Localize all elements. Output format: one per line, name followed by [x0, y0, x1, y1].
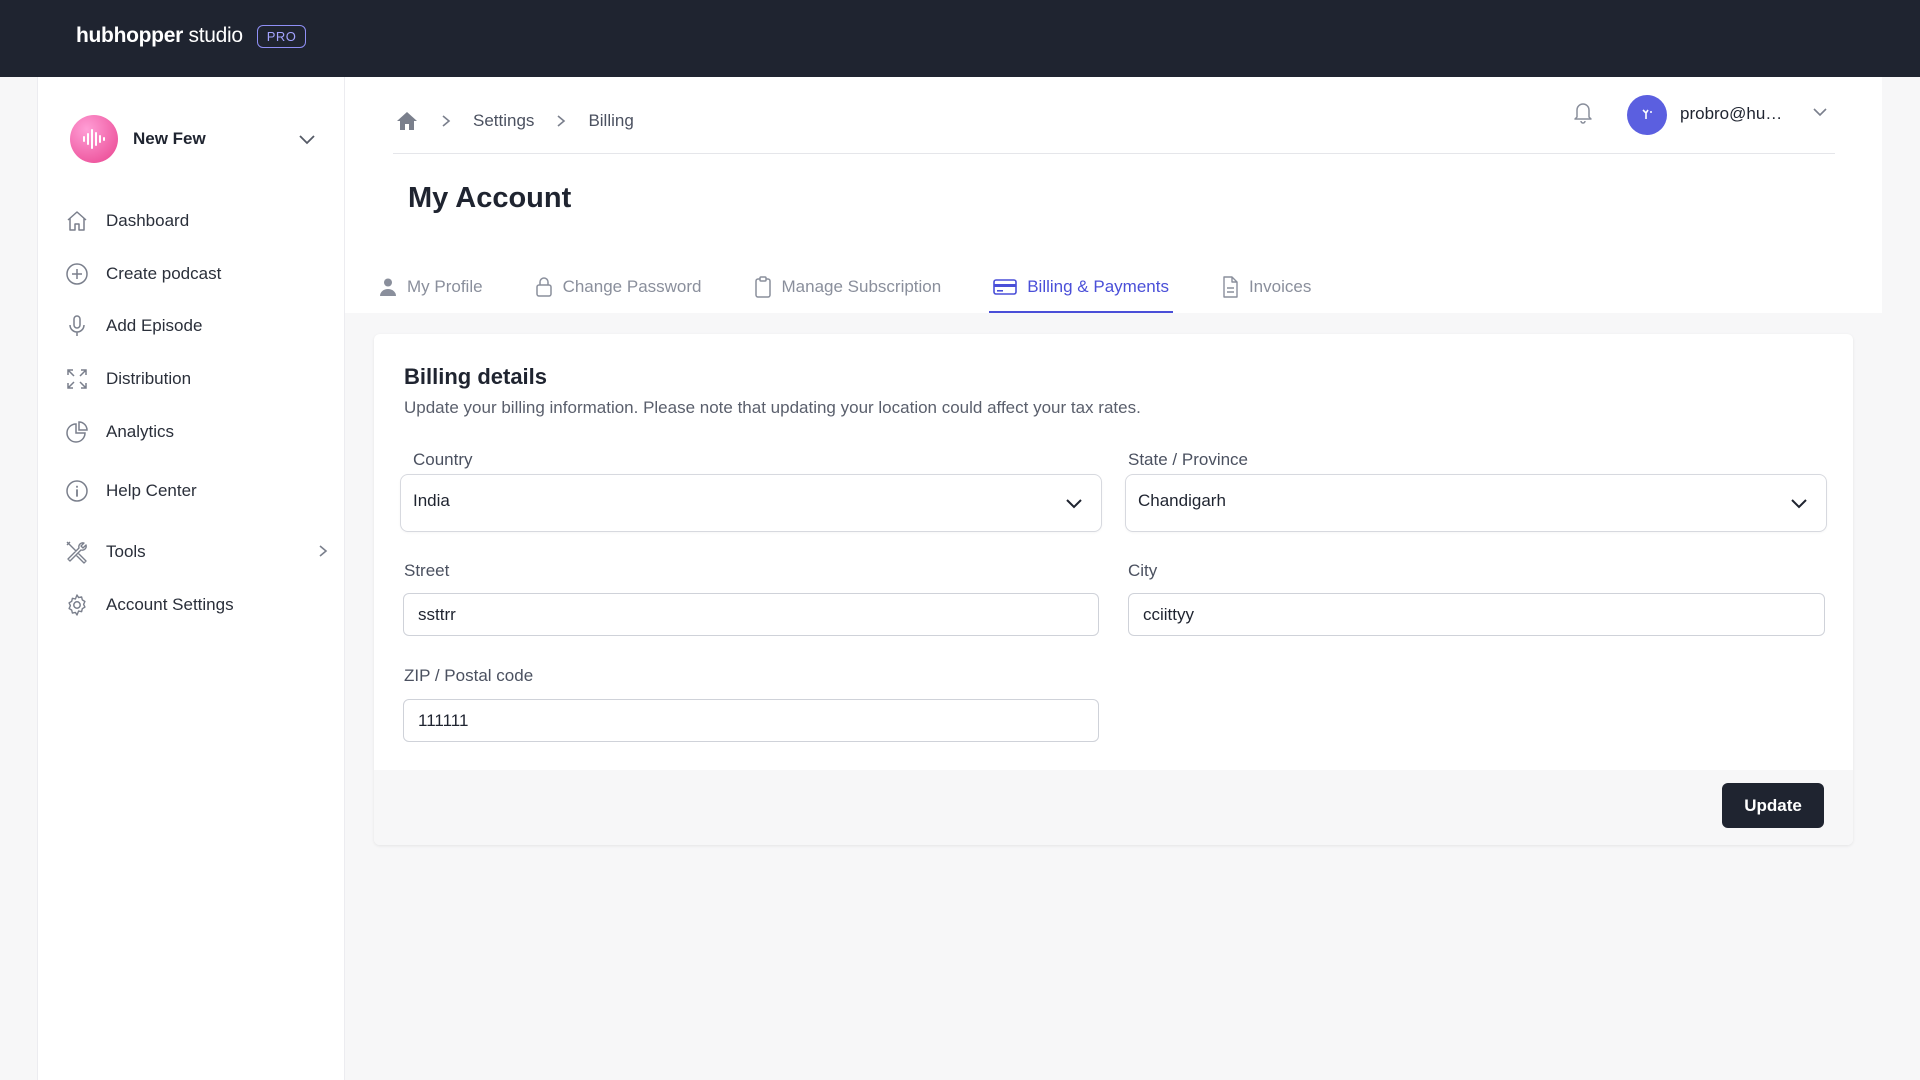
city-input[interactable]	[1128, 593, 1825, 636]
tab-change-password[interactable]: Change Password	[531, 260, 706, 313]
podcast-selector[interactable]: New Few	[70, 111, 316, 167]
sidebar-item-distribution[interactable]: Distribution	[64, 359, 334, 399]
expand-arrows-icon	[64, 366, 90, 392]
zip-input[interactable]	[403, 699, 1099, 742]
city-label: City	[1128, 561, 1158, 580]
user-icon	[379, 277, 397, 297]
home-icon[interactable]	[395, 110, 419, 132]
sidebar-item-tools[interactable]: Tools	[64, 532, 334, 572]
header-divider	[393, 153, 1835, 154]
card-subtitle: Update your billing information. Please …	[404, 398, 1141, 417]
state-label: State / Province	[1128, 450, 1249, 469]
tab-manage-subscription[interactable]: Manage Subscription	[750, 260, 946, 313]
lock-icon	[535, 276, 553, 298]
sidebar-item-account-settings[interactable]: Account Settings	[64, 585, 334, 625]
sidebar-item-label: Tools	[106, 542, 146, 561]
breadcrumb: Settings Billing	[395, 101, 634, 141]
account-tabs: My Profile Change Password Manage Subscr…	[375, 260, 1359, 313]
user-avatar[interactable]	[1627, 95, 1667, 135]
tab-invoices[interactable]: Invoices	[1217, 260, 1315, 313]
document-icon	[1221, 275, 1239, 298]
card-title: Billing details	[404, 364, 548, 389]
sidebar-item-create-podcast[interactable]: Create podcast	[64, 254, 334, 294]
user-initials-icon	[1642, 109, 1652, 119]
waveform-icon	[83, 129, 105, 149]
gear-icon	[64, 592, 90, 618]
sidebar-item-label: Help Center	[106, 481, 197, 500]
breadcrumb-billing[interactable]: Billing	[588, 111, 633, 131]
tab-label: Billing & Payments	[1027, 276, 1169, 296]
chevron-down-icon[interactable]	[1812, 105, 1828, 123]
main-header: Settings Billing probro@hu… My Account M…	[345, 77, 1882, 313]
sidebar-item-label: Distribution	[106, 369, 192, 388]
clipboard-icon	[754, 275, 772, 298]
podcast-name: New Few	[133, 129, 206, 148]
chevron-right-icon	[318, 544, 328, 563]
tab-label: Change Password	[562, 276, 702, 296]
state-value: Chandigarh	[1138, 491, 1226, 510]
user-email[interactable]: probro@hu…	[1680, 104, 1782, 124]
sidebar-item-analytics[interactable]: Analytics	[64, 412, 334, 452]
tools-icon	[64, 539, 90, 565]
podcast-avatar	[70, 115, 118, 163]
pie-chart-icon	[64, 419, 90, 445]
info-circle-icon	[64, 478, 90, 504]
sidebar-item-label: Dashboard	[106, 211, 190, 230]
chevron-down-icon	[1065, 497, 1083, 515]
credit-card-icon	[993, 278, 1018, 296]
home-icon	[64, 208, 90, 234]
update-button[interactable]: Update	[1722, 783, 1824, 828]
plus-circle-icon	[64, 261, 90, 287]
brand-logo[interactable]: hubhopper studio PRO	[76, 24, 307, 48]
sidebar-item-add-episode[interactable]: Add Episode	[64, 306, 334, 346]
country-label: Country	[413, 450, 473, 469]
sidebar: New Few Dashboard Create podcast Add Epi…	[37, 77, 345, 1080]
billing-details-card: Billing details Update your billing info…	[374, 334, 1853, 845]
sidebar-item-label: Create podcast	[106, 264, 222, 283]
sidebar-item-dashboard[interactable]: Dashboard	[64, 201, 334, 241]
chevron-right-icon	[441, 114, 451, 128]
bell-icon[interactable]	[1571, 99, 1595, 130]
brand-name: hubhopper studio	[76, 24, 243, 47]
tab-label: My Profile	[407, 276, 483, 296]
breadcrumb-settings[interactable]: Settings	[473, 111, 534, 131]
tab-my-profile[interactable]: My Profile	[375, 260, 487, 313]
sidebar-item-label: Add Episode	[106, 316, 203, 335]
street-input[interactable]	[403, 593, 1099, 636]
chevron-down-icon	[1790, 497, 1808, 515]
tab-billing-payments[interactable]: Billing & Payments	[989, 260, 1173, 313]
zip-label: ZIP / Postal code	[404, 666, 534, 685]
chevron-right-icon	[556, 114, 566, 128]
sidebar-item-label: Analytics	[106, 422, 175, 441]
pro-badge: PRO	[256, 24, 307, 48]
sidebar-item-help-center[interactable]: Help Center	[64, 471, 334, 511]
country-value: India	[413, 491, 450, 510]
street-label: Street	[404, 561, 450, 580]
top-bar: hubhopper studio PRO	[0, 0, 1920, 77]
sidebar-item-label: Account Settings	[106, 595, 234, 614]
card-footer: Update	[374, 770, 1853, 845]
tab-label: Invoices	[1248, 276, 1312, 296]
chevron-down-icon	[299, 135, 315, 145]
page-title: My Account	[408, 182, 572, 214]
country-select[interactable]: India	[400, 474, 1102, 532]
microphone-icon	[64, 313, 90, 339]
tab-label: Manage Subscription	[781, 276, 942, 296]
state-select[interactable]: Chandigarh	[1125, 474, 1827, 532]
